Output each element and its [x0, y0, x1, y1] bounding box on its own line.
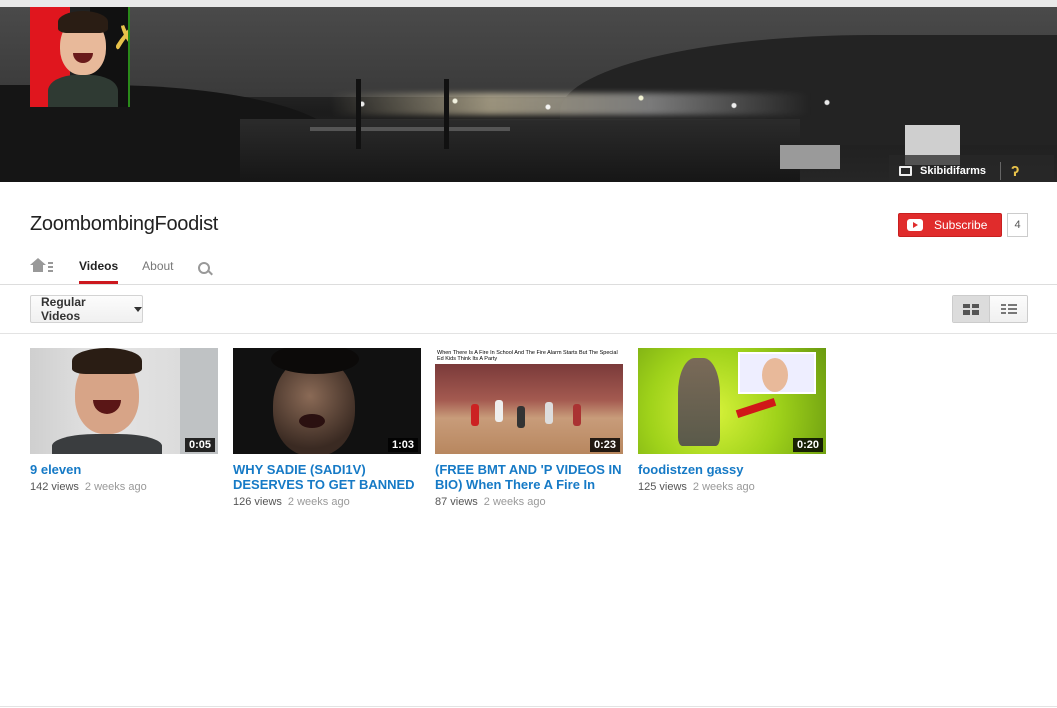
video-age: 2 weeks ago [692, 481, 755, 493]
video-title-link[interactable]: foodistzen gassy [638, 462, 826, 477]
video-meta: 125 views 2 weeks ago [638, 481, 826, 493]
banner-link-label: Skibidifarms [920, 165, 987, 177]
thumb-person [545, 402, 553, 424]
grid-view-button[interactable] [953, 296, 991, 322]
video-duration: 0:05 [184, 438, 215, 452]
video-meta: 142 views 2 weeks ago [30, 481, 218, 493]
symbol-icon: ʔ [1011, 162, 1020, 180]
footer-divider [0, 706, 1057, 707]
thumb-inset [738, 352, 816, 394]
thumb-person [471, 404, 479, 426]
avatar-symbol-icon: ✗ [112, 21, 128, 55]
video-title-link[interactable]: WHY SADIE (SADI1V) DESERVES TO GET BANNE… [233, 462, 421, 492]
video-card: 0:05 9 eleven 142 views 2 weeks ago [30, 348, 218, 493]
monitor-icon [899, 166, 912, 176]
subscribe-button[interactable]: Subscribe [898, 213, 1002, 237]
video-card: 1:03 WHY SADIE (SADI1V) DESERVES TO GET … [233, 348, 421, 508]
thumb-hair [72, 348, 142, 374]
tab-home[interactable] [30, 253, 53, 284]
video-card: When There Is A Fire In School And The F… [435, 348, 623, 508]
video-duration: 0:20 [792, 438, 823, 452]
video-age: 2 weeks ago [84, 481, 147, 493]
video-type-dropdown[interactable]: Regular Videos [30, 295, 143, 323]
video-views: 125 views [638, 481, 687, 493]
thumb-person [495, 400, 503, 422]
video-duration: 1:03 [387, 438, 418, 452]
video-thumbnail[interactable]: 1:03 [233, 348, 421, 454]
video-card: 0:20 foodistzen gassy 125 views 2 weeks a… [638, 348, 826, 493]
thumb-inset-face [762, 358, 788, 392]
youtube-logo-icon [907, 219, 923, 231]
video-duration: 0:23 [589, 438, 620, 452]
video-thumbnail[interactable]: 0:20 [638, 348, 826, 454]
list-view-icon [1000, 303, 1017, 315]
top-strip [0, 0, 1057, 7]
thumb-person [573, 404, 581, 426]
banner-bridge [310, 127, 510, 131]
tab-videos[interactable]: Videos [79, 253, 119, 284]
view-toggle [952, 295, 1028, 323]
channel-banner: Skibidifarms ʔ [0, 7, 1057, 182]
thumb-person [517, 406, 525, 428]
video-views: 87 views [435, 496, 478, 508]
tab-search[interactable] [197, 253, 210, 284]
home-lines-icon [48, 262, 53, 272]
video-views: 142 views [30, 481, 79, 493]
banner-link[interactable]: Skibidifarms ʔ [889, 155, 1054, 182]
channel-title: ZoombombingFoodist [30, 213, 219, 235]
banner-link-separator [1000, 162, 1002, 180]
subscribe-label: Subscribe [934, 218, 988, 232]
dropdown-selected-label: Regular Videos [41, 295, 86, 323]
subscriber-count: 4 [1007, 213, 1028, 237]
thumb-mouth [299, 414, 325, 428]
channel-avatar[interactable]: ✗ [30, 7, 130, 107]
thumb-shirt [52, 434, 162, 454]
banner-bridge-tower [356, 79, 361, 149]
video-thumbnail[interactable]: When There Is A Fire In School And The F… [435, 348, 623, 454]
filter-divider [0, 333, 1057, 334]
avatar-shirt [48, 75, 118, 107]
video-title-link[interactable]: (FREE BMT AND 'P VIDEOS IN BIO) When The… [435, 462, 623, 492]
video-age: 2 weeks ago [483, 496, 546, 508]
video-views: 126 views [233, 496, 282, 508]
banner-building [780, 145, 840, 169]
thumb-figure [678, 358, 720, 446]
video-meta: 87 views 2 weeks ago [435, 496, 623, 508]
avatar-hair [58, 11, 108, 33]
list-view-button[interactable] [990, 296, 1027, 322]
video-meta: 126 views 2 weeks ago [233, 496, 421, 508]
channel-tabs: Videos About [30, 253, 234, 285]
tab-about[interactable]: About [142, 253, 173, 284]
grid-view-icon [963, 303, 979, 315]
tabs-divider [0, 284, 1057, 285]
video-age: 2 weeks ago [287, 496, 350, 508]
thumb-arrow [735, 398, 777, 418]
caret-down-icon [134, 306, 142, 312]
home-icon [30, 258, 46, 272]
thumb-caption: When There Is A Fire In School And The F… [437, 350, 618, 362]
video-thumbnail[interactable]: 0:05 [30, 348, 218, 454]
search-icon [197, 262, 210, 274]
video-title-link[interactable]: 9 eleven [30, 462, 218, 477]
banner-bridge-tower [444, 79, 449, 149]
banner-city-lights [300, 89, 920, 119]
